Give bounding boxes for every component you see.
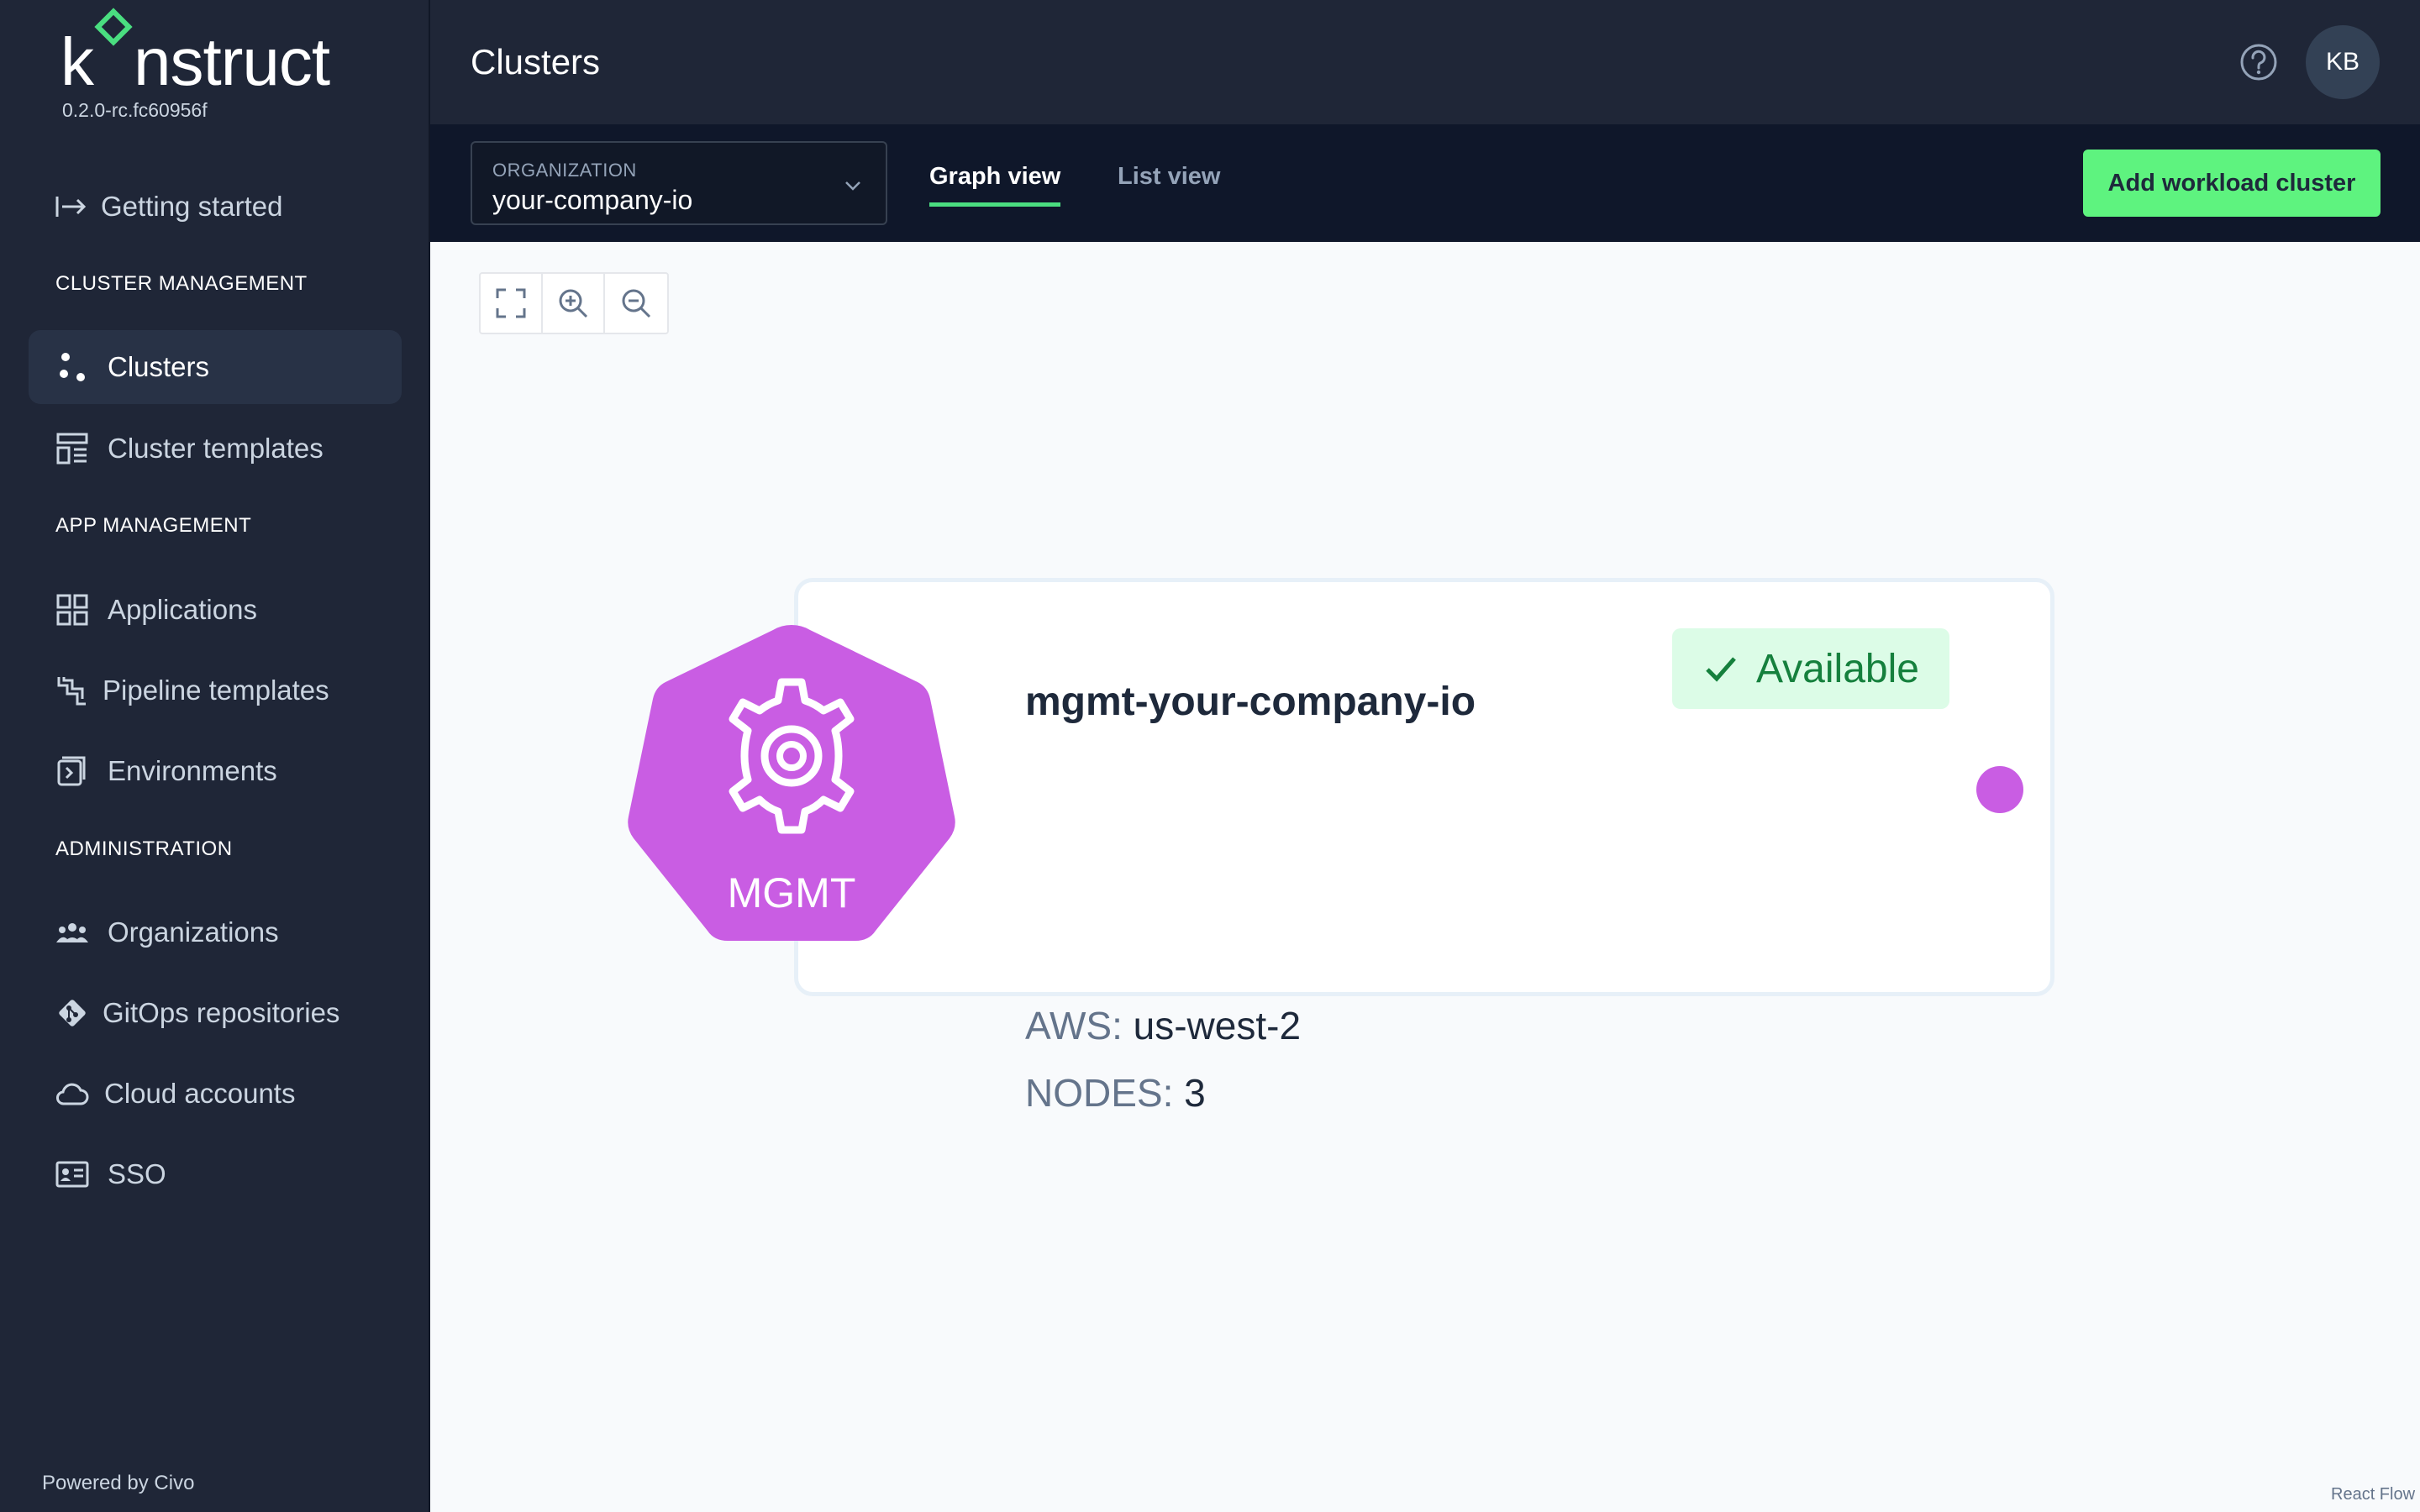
sidebar-item-label: Pipeline templates: [103, 675, 329, 706]
section-label-administration: ADMINISTRATION: [55, 837, 233, 860]
sidebar: k nstruct 0.2.0-rc.fc60956f Getting start…: [0, 0, 430, 1512]
cloud-icon: [54, 1075, 91, 1112]
mgmt-badge-text: MGMT: [728, 869, 856, 916]
sidebar-item-sso[interactable]: SSO: [29, 1137, 402, 1211]
provider-value: us-west-2: [1133, 1004, 1302, 1047]
sidebar-item-label: GitOps repositories: [103, 997, 340, 1028]
tab-graph-view[interactable]: Graph view: [929, 163, 1061, 207]
clusters-icon: [54, 349, 91, 386]
user-avatar[interactable]: KB: [2306, 25, 2380, 99]
sidebar-item-label: SSO: [108, 1158, 166, 1189]
id-card-icon: [54, 1156, 91, 1193]
powered-by: Powered by Civo: [42, 1472, 195, 1494]
logo-diamond-icon: [94, 8, 133, 85]
node-connection-handle[interactable]: [1976, 766, 2023, 813]
konstruct-logo[interactable]: k nstruct: [60, 8, 330, 96]
sidebar-item-applications[interactable]: Applications: [29, 573, 402, 647]
chevron-down-icon: [845, 181, 860, 191]
cluster-provider-row: AWS: us-west-2: [1025, 1003, 1301, 1048]
fit-view-button[interactable]: [481, 274, 543, 333]
section-label-cluster-management: CLUSTER MANAGEMENT: [55, 272, 308, 295]
zoom-in-button[interactable]: [543, 274, 605, 333]
nodes-label: NODES:: [1025, 1071, 1174, 1115]
zoom-in-icon: [559, 289, 588, 318]
status-badge: Available: [1672, 628, 1949, 709]
people-icon: [54, 914, 91, 951]
sidebar-item-cluster-templates[interactable]: Cluster templates: [29, 412, 402, 486]
sidebar-item-organizations[interactable]: Organizations: [29, 895, 402, 969]
arrow-right-to-line-icon: [52, 188, 89, 225]
flow-controls: [479, 272, 669, 334]
page-title: Clusters: [471, 42, 601, 81]
sidebar-item-label: Getting started: [101, 191, 283, 222]
sidebar-item-getting-started[interactable]: Getting started: [29, 170, 402, 244]
sidebar-item-gitops-repositories[interactable]: GitOps repositories: [29, 976, 402, 1050]
tab-list-view[interactable]: List view: [1118, 163, 1221, 202]
sidebar-item-pipeline-templates[interactable]: Pipeline templates: [29, 654, 402, 727]
template-icon: [54, 430, 91, 467]
grid-icon: [54, 591, 91, 628]
organization-select-label: ORGANIZATION: [492, 160, 637, 181]
provider-label: AWS:: [1025, 1004, 1123, 1047]
organization-select[interactable]: ORGANIZATION your-company-io: [471, 141, 887, 225]
react-flow-attribution[interactable]: React Flow: [2331, 1485, 2415, 1504]
sidebar-item-label: Clusters: [108, 351, 210, 382]
sidebar-item-label: Environments: [108, 755, 277, 786]
cluster-nodes-row: NODES: 3: [1025, 1070, 1206, 1116]
fullscreen-icon: [496, 288, 526, 318]
app-version: 0.2.0-rc.fc60956f: [62, 99, 208, 121]
sidebar-item-cloud-accounts[interactable]: Cloud accounts: [29, 1057, 402, 1131]
mgmt-cluster-badge: MGMT: [623, 622, 960, 958]
help-icon[interactable]: [2238, 42, 2279, 82]
pipeline-icon: [54, 672, 91, 709]
sidebar-item-label: Cloud accounts: [104, 1078, 296, 1109]
logo-text-post: nstruct: [134, 24, 330, 99]
sidebar-item-label: Cluster templates: [108, 433, 324, 464]
graph-toolbar: ORGANIZATION your-company-io Graph view …: [430, 124, 2420, 242]
sidebar-item-label: Organizations: [108, 916, 279, 948]
zoom-out-icon: [622, 289, 651, 318]
sidebar-item-label: Applications: [108, 594, 257, 625]
add-workload-cluster-button[interactable]: Add workload cluster: [2083, 150, 2381, 217]
environment-icon: [54, 753, 91, 790]
cluster-name: mgmt-your-company-io: [1025, 680, 1476, 724]
sidebar-item-clusters[interactable]: Clusters: [29, 330, 402, 404]
nodes-value: 3: [1184, 1071, 1206, 1115]
check-icon: [1706, 657, 1736, 682]
organization-select-value: your-company-io: [492, 185, 693, 215]
logo-text-pre: k: [60, 24, 94, 99]
section-label-app-management: APP MANAGEMENT: [55, 514, 252, 537]
status-text: Available: [1756, 646, 1919, 691]
git-icon: [54, 995, 91, 1032]
sidebar-item-environments[interactable]: Environments: [29, 734, 402, 808]
zoom-out-button[interactable]: [605, 274, 667, 333]
top-header: Clusters KB: [430, 0, 2420, 124]
